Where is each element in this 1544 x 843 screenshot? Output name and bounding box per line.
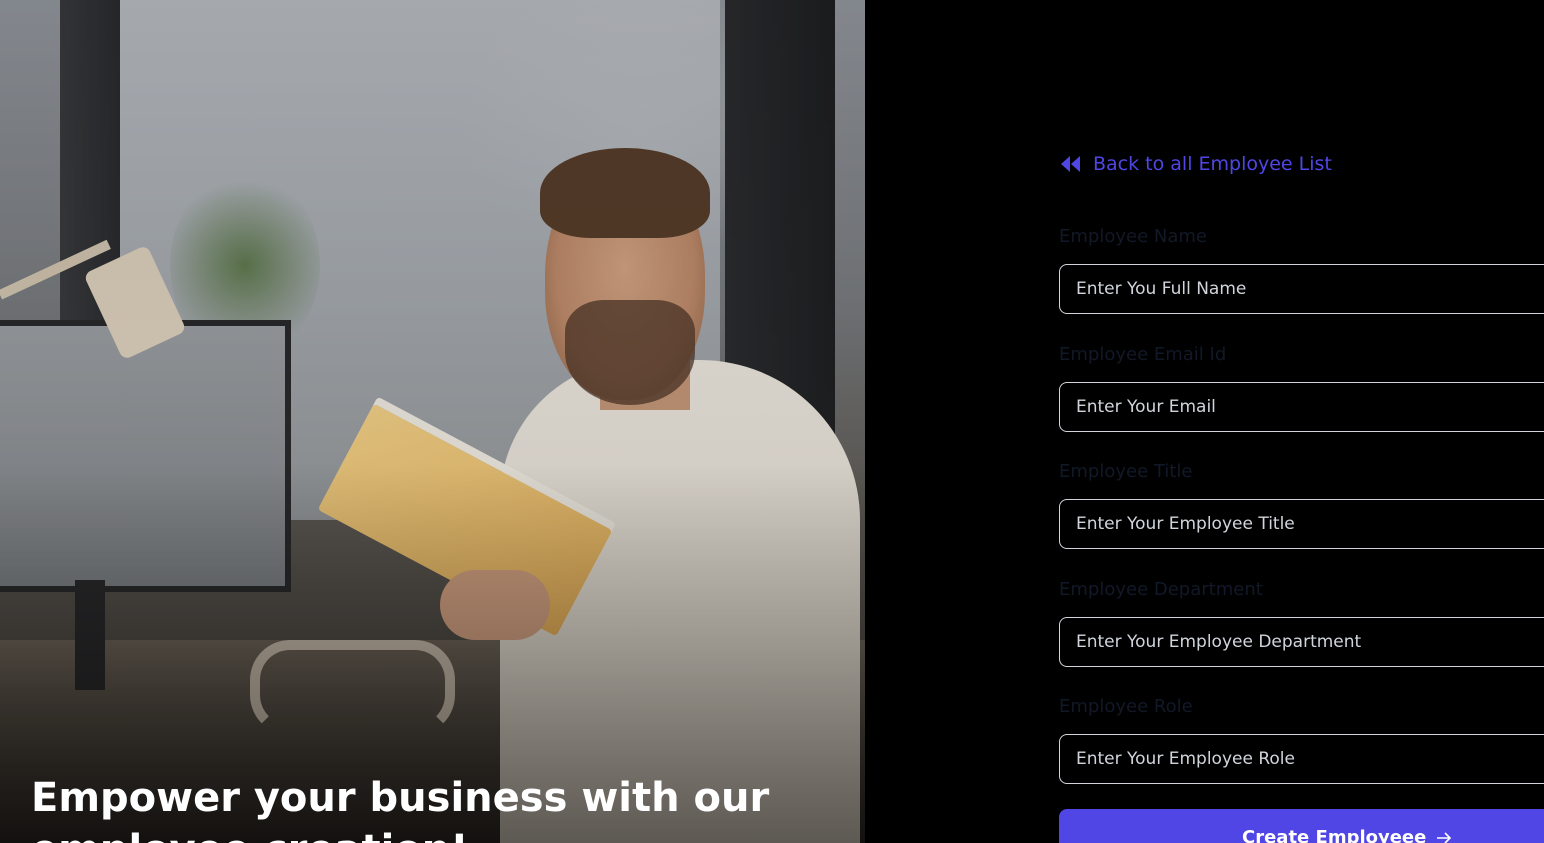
employee-name-label: Employee Name [1059, 226, 1207, 247]
employee-role-input[interactable] [1059, 734, 1544, 784]
employee-title-label: Employee Title [1059, 461, 1193, 482]
double-chevron-left-icon [1059, 155, 1081, 173]
employee-email-input[interactable] [1059, 382, 1544, 432]
employee-name-input[interactable] [1059, 264, 1544, 314]
hero-photo-overlay [0, 0, 865, 843]
hero-headline: Empower your business with our employee … [31, 775, 770, 843]
employee-department-input[interactable] [1059, 617, 1544, 667]
arrow-right-icon [1436, 827, 1452, 843]
employee-role-label: Employee Role [1059, 696, 1193, 717]
create-employee-button-label: Create Employeee [1242, 827, 1427, 843]
back-link-label: Back to all Employee List [1093, 153, 1332, 175]
create-employee-button[interactable]: Create Employeee [1059, 809, 1544, 843]
hero-image-panel: Empower your business with our employee … [0, 0, 865, 843]
employee-form-panel: Back to all Employee List Employee Name … [865, 0, 1544, 843]
employee-email-label: Employee Email Id [1059, 344, 1227, 365]
page: Empower your business with our employee … [0, 0, 1544, 843]
employee-title-input[interactable] [1059, 499, 1544, 549]
back-to-employee-list-link[interactable]: Back to all Employee List [1059, 153, 1332, 175]
employee-department-label: Employee Department [1059, 579, 1263, 600]
